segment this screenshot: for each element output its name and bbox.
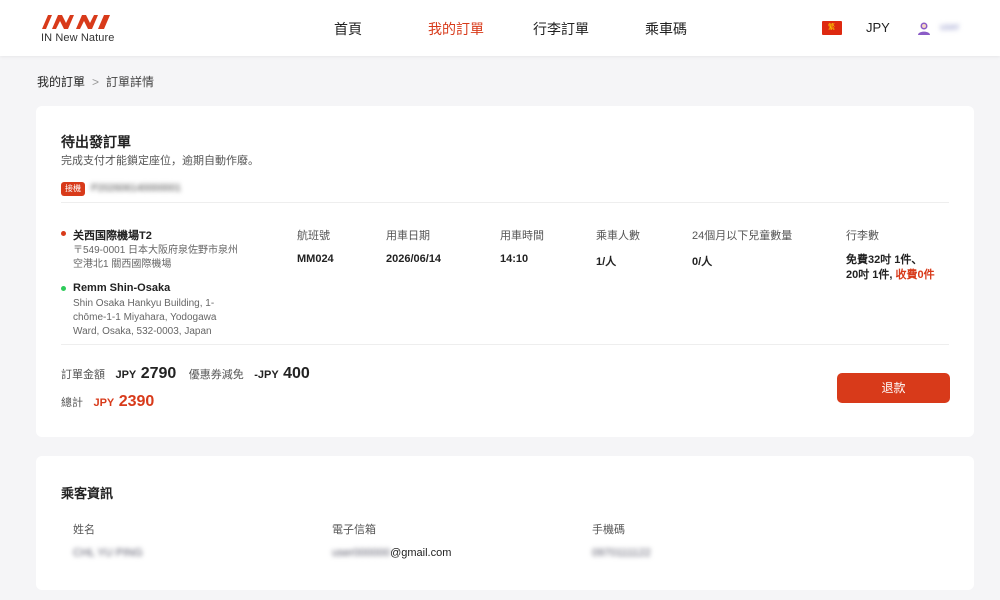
ride-date-label: 用車日期 <box>386 230 430 242</box>
total-row: 總計 JPY 2390 <box>61 393 154 411</box>
username[interactable]: user <box>940 22 959 33</box>
order-number: P202606140000001 <box>91 183 182 194</box>
order-detail-card: 待出發訂單 完成支付才能鎖定座位，逾期自動作廢。 接機 P20260614000… <box>36 106 974 437</box>
total-value: 2390 <box>118 393 155 410</box>
order-amount-value: 2790 <box>140 365 177 382</box>
total-label: 總計 <box>61 397 83 409</box>
email-domain: @gmail.com <box>390 547 452 559</box>
refund-button[interactable]: 退款 <box>837 373 950 403</box>
pickup-location-name: 关西国際機場T2 <box>73 230 152 242</box>
luggage-count-label: 行李數 <box>846 230 879 242</box>
order-amount-currency: JPY <box>115 369 137 381</box>
passenger-count-label: 乘車人數 <box>596 230 640 242</box>
luggage-line-1: 免費32吋 1件、 <box>846 254 923 266</box>
passenger-email-value: user000000@gmail.com <box>332 547 451 559</box>
coupon-label: 優惠券減免 <box>188 369 244 381</box>
dropoff-dot-icon <box>61 286 66 291</box>
top-header: IN New Nature 首頁 我的訂單 行李訂單 乘車碼 繁 JPY use… <box>0 0 1000 56</box>
ride-time-value: 14:10 <box>500 253 529 265</box>
order-status-description: 完成支付才能鎖定座位，逾期自動作廢。 <box>61 155 259 167</box>
nav-ride-code[interactable]: 乘車碼 <box>645 19 687 39</box>
ride-date-value: 2026/06/14 <box>386 253 442 265</box>
order-amount-row: 訂單金額 JPY 2790 優惠券減免 -JPY 400 <box>61 365 310 383</box>
divider <box>61 202 949 203</box>
brand-logo[interactable]: IN New Nature <box>40 11 130 47</box>
passenger-name-label: 姓名 <box>73 524 95 536</box>
coupon-currency: -JPY <box>254 369 279 381</box>
passenger-info-title: 乘客資訊 <box>61 486 114 501</box>
coupon-value: 400 <box>283 365 310 382</box>
passenger-count-value: 1/人 <box>596 256 617 268</box>
email-prefix: user000000 <box>332 547 391 559</box>
service-type-badge: 接機 <box>61 182 85 196</box>
divider <box>61 344 949 345</box>
passenger-phone-label: 手機碼 <box>592 524 625 536</box>
passenger-info-card: 乘客資訊 姓名 電子信箱 手機碼 CHL YU PING user000000@… <box>36 456 974 590</box>
pickup-dot-icon <box>61 231 66 236</box>
order-amount-label: 訂單金額 <box>61 369 105 381</box>
dropoff-location-name: Remm Shin-Osaka <box>73 282 171 294</box>
nav-luggage-orders[interactable]: 行李訂單 <box>533 19 589 39</box>
passenger-phone-value: 0970111122 <box>592 547 651 559</box>
luggage-paid: 收費0件 <box>895 269 935 281</box>
passenger-email-label: 電子信箱 <box>332 524 376 536</box>
breadcrumb: 我的訂單 > 訂單詳情 <box>37 73 154 90</box>
logo-mark-icon <box>42 15 110 29</box>
dropoff-location-address: Shin Osaka Hankyu Building, 1-chōme-1-1 … <box>73 298 217 337</box>
luggage-count-value: 免費32吋 1件、 20吋 1件, 收費0件 <box>846 253 935 283</box>
total-currency: JPY <box>93 397 115 409</box>
flight-number-value: MM024 <box>297 253 334 265</box>
nav-home[interactable]: 首頁 <box>334 19 362 39</box>
child-count-value: 0/人 <box>692 256 713 268</box>
currency-selector[interactable]: JPY <box>866 20 890 35</box>
luggage-line-2: 20吋 1件, <box>846 269 893 281</box>
language-flag-icon[interactable]: 繁 <box>822 21 842 35</box>
child-count-label: 24個月以下兒童數量 <box>692 230 793 242</box>
ride-time-label: 用車時間 <box>500 230 544 242</box>
logo-text: IN New Nature <box>41 32 115 44</box>
flight-number-label: 航班號 <box>297 230 330 242</box>
breadcrumb-current: 訂單詳情 <box>106 75 155 89</box>
language-flag-label: 繁 <box>828 24 835 31</box>
chevron-right-icon: > <box>92 75 100 89</box>
breadcrumb-parent[interactable]: 我的訂單 <box>37 75 85 89</box>
order-status-title: 待出發訂單 <box>61 134 131 150</box>
passenger-name-value: CHL YU PING <box>73 547 143 559</box>
nav-my-orders[interactable]: 我的訂單 <box>428 19 484 39</box>
avatar-icon[interactable] <box>916 20 932 36</box>
pickup-location-address: 〒549-0001 日本大阪府泉佐野市泉州空港北1 關西國際機場 <box>73 245 239 270</box>
